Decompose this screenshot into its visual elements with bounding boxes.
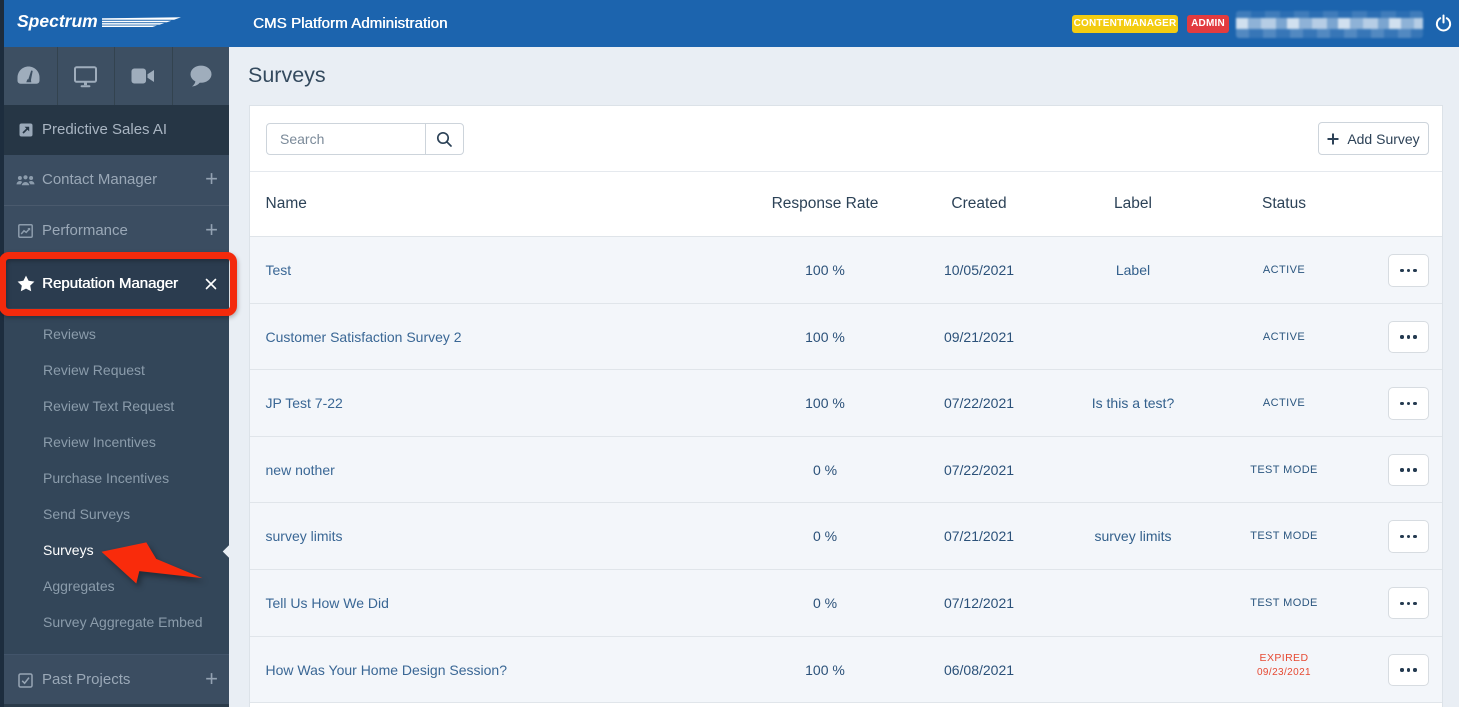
svg-text:Spectrum: Spectrum (17, 11, 98, 31)
